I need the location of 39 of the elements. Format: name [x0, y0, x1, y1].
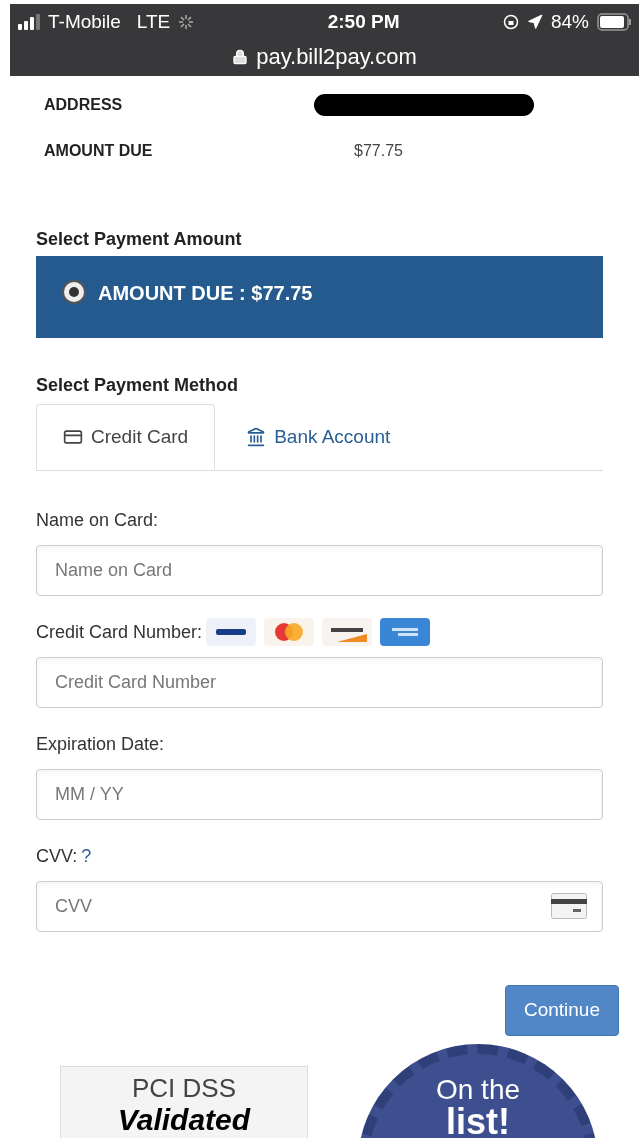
amount-option[interactable]: AMOUNT DUE : $77.75	[36, 256, 603, 338]
field-label: Credit Card Number:	[36, 620, 203, 644]
help-link[interactable]: ?	[81, 842, 92, 870]
seal-title: On the	[435, 1076, 521, 1104]
pci-badge-subtitle: Validated	[117, 1102, 251, 1138]
field-label: Expiration Date:	[36, 732, 165, 756]
battery-percentage: 84%	[550, 9, 589, 34]
payment-method-tab[interactable]: Bank Account	[215, 404, 422, 470]
input-field[interactable]: MM / YY	[36, 769, 603, 820]
mastercard-logo	[264, 618, 315, 646]
signal-icon	[18, 14, 40, 30]
card-back-icon	[551, 893, 587, 919]
section-heading: Select Payment Amount	[36, 228, 243, 251]
rotation-lock-icon	[502, 14, 519, 30]
clock-time: 2:50 PM	[327, 9, 400, 34]
field-label: CVV:	[36, 844, 78, 868]
url-text[interactable]: pay.bill2pay.com	[256, 40, 417, 73]
location-arrow-icon	[526, 14, 543, 30]
radio-button[interactable]	[62, 280, 86, 304]
pci-badge-title: PCI DSS	[132, 1075, 236, 1101]
loading-spinner-icon	[178, 14, 195, 30]
battery-icon	[597, 13, 631, 31]
summary-value: $77.75	[354, 141, 403, 161]
network-type: LTE	[136, 9, 171, 34]
summary-label: ADDRESS	[44, 95, 124, 115]
bank-icon	[246, 427, 267, 447]
input-field[interactable]: CVV	[36, 881, 603, 932]
seal-subtitle: list!	[446, 1104, 510, 1138]
summary-label: AMOUNT DUE	[44, 141, 154, 161]
amount-option-label: AMOUNT DUE : $77.75	[98, 281, 313, 306]
section-heading: Select Payment Method	[36, 374, 240, 397]
credit-card-icon	[63, 427, 83, 447]
field-label: Name on Card:	[36, 508, 159, 532]
input-field[interactable]: Name on Card	[36, 545, 603, 596]
payment-method-tab[interactable]: Credit Card	[36, 404, 216, 470]
continue-button[interactable]: Continue	[504, 985, 619, 1036]
input-field[interactable]: Credit Card Number	[36, 657, 603, 708]
lock-icon	[232, 48, 249, 65]
carrier-name: T-Mobile	[48, 9, 121, 34]
